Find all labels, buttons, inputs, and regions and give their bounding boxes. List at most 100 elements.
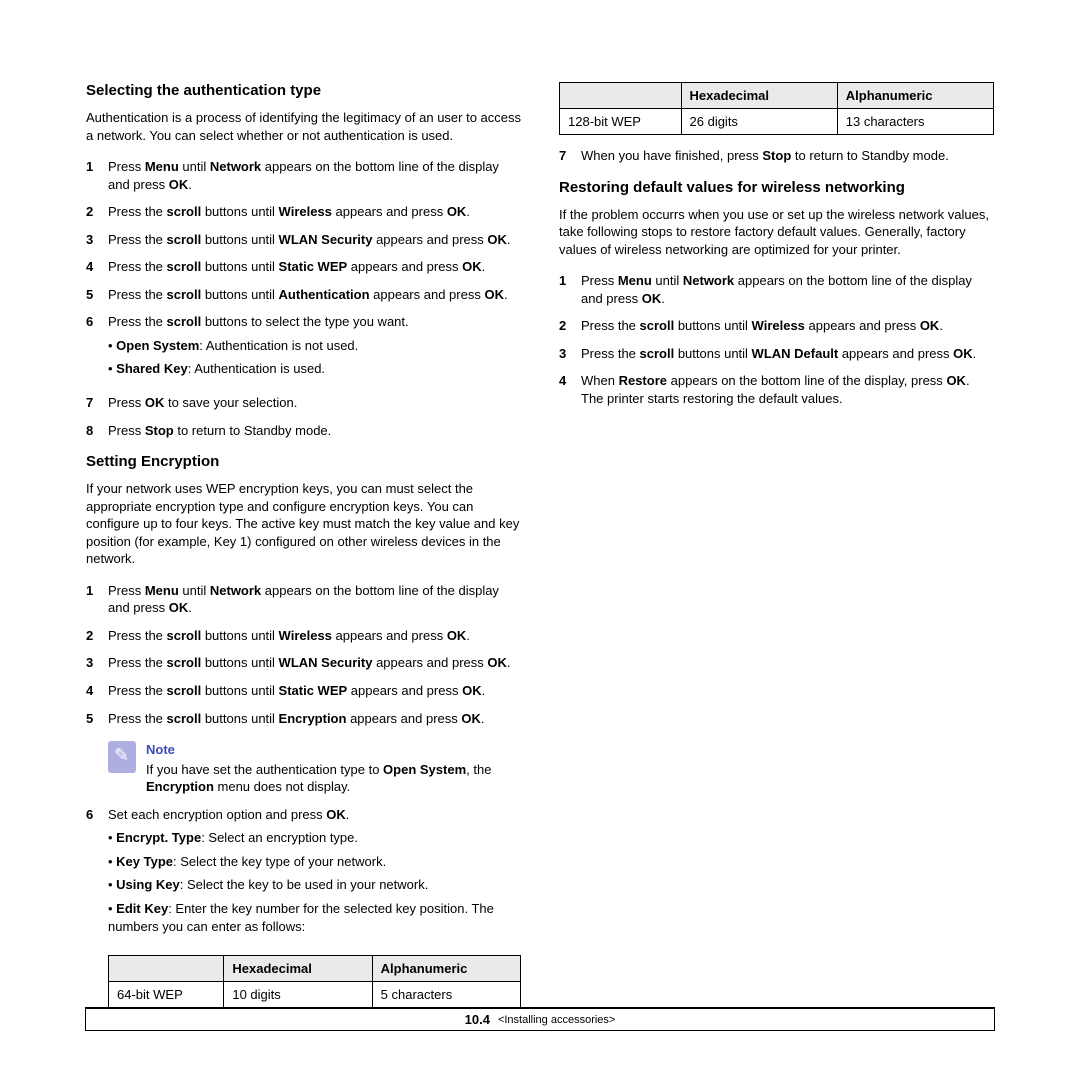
table-row: Hexadecimal Alphanumeric	[109, 956, 521, 982]
note-title: Note	[146, 741, 521, 759]
bullet-item: Shared Key: Authentication is used.	[108, 360, 521, 378]
step-number: 4	[559, 372, 581, 390]
step-number: 2	[86, 203, 108, 221]
step-number: 7	[86, 394, 108, 412]
step-body: Press Menu until Network appears on the …	[108, 158, 521, 193]
table-header-alpha: Alphanumeric	[372, 956, 520, 982]
step-item: 2Press the scroll buttons until Wireless…	[86, 627, 521, 645]
step-item: 5Press the scroll buttons until Encrypti…	[86, 710, 521, 728]
step-body: Press Menu until Network appears on the …	[581, 272, 994, 307]
note-body: Note If you have set the authentication …	[146, 741, 521, 796]
step-item: 1Press Menu until Network appears on the…	[86, 158, 521, 193]
step-item: 3Press the scroll buttons until WLAN Sec…	[86, 654, 521, 672]
right-column: Hexadecimal Alphanumeric 128-bit WEP 26 …	[559, 82, 994, 1020]
table-cell: 26 digits	[681, 109, 837, 135]
page-number: 10.4	[465, 1012, 490, 1027]
table-row: 128-bit WEP 26 digits 13 characters	[560, 109, 994, 135]
table-header-hex: Hexadecimal	[224, 956, 372, 982]
step-item: 4When Restore appears on the bottom line…	[559, 372, 994, 407]
step-number: 8	[86, 422, 108, 440]
step-number: 1	[86, 582, 108, 600]
step-number: 4	[86, 682, 108, 700]
step-number: 3	[559, 345, 581, 363]
step-number: 2	[559, 317, 581, 335]
step-number: 3	[86, 654, 108, 672]
table-64bit-wrap: Hexadecimal Alphanumeric 64-bit WEP 10 d…	[86, 955, 521, 1008]
bullet-item: Encrypt. Type: Select an encryption type…	[108, 829, 521, 847]
bullet-list: Open System: Authentication is not used.…	[108, 337, 521, 378]
steps-restore: 1Press Menu until Network appears on the…	[559, 272, 994, 407]
step-item: 2Press the scroll buttons until Wireless…	[559, 317, 994, 335]
step-item: 7When you have finished, press Stop to r…	[559, 147, 994, 165]
step-number: 1	[559, 272, 581, 290]
table-cell: 10 digits	[224, 982, 372, 1008]
columns: Selecting the authentication type Authen…	[86, 82, 994, 1020]
page: Selecting the authentication type Authen…	[0, 0, 1080, 1080]
step-item: 1Press Menu until Network appears on the…	[559, 272, 994, 307]
step-item: 2Press the scroll buttons until Wireless…	[86, 203, 521, 221]
note-box: Note If you have set the authentication …	[108, 741, 521, 796]
step-7-finish: 7When you have finished, press Stop to r…	[559, 147, 994, 165]
step-body: Press the scroll buttons until Static WE…	[108, 258, 521, 276]
steps-encryption-b: 6Set each encryption option and press OK…	[86, 806, 521, 941]
table-header-blank	[109, 956, 224, 982]
step-number: 5	[86, 710, 108, 728]
step-body: Press the scroll buttons until Wireless …	[108, 203, 521, 221]
heading-encryption: Setting Encryption	[86, 453, 521, 470]
step-body: Press the scroll buttons until WLAN Secu…	[108, 654, 521, 672]
left-column: Selecting the authentication type Authen…	[86, 82, 521, 1020]
table-header-alpha: Alphanumeric	[837, 83, 993, 109]
step-body: Press OK to save your selection.	[108, 394, 521, 412]
step-item: 7Press OK to save your selection.	[86, 394, 521, 412]
table-cell: 64-bit WEP	[109, 982, 224, 1008]
step-body: Set each encryption option and press OK.…	[108, 806, 521, 941]
step-item: 4Press the scroll buttons until Static W…	[86, 682, 521, 700]
bullet-list: Encrypt. Type: Select an encryption type…	[108, 829, 521, 935]
bullet-item: Using Key: Select the key to be used in …	[108, 876, 521, 894]
note-text: If you have set the authentication type …	[146, 761, 521, 796]
step-number: 2	[86, 627, 108, 645]
step-body: Press the scroll buttons to select the t…	[108, 313, 521, 384]
step-body: Press Menu until Network appears on the …	[108, 582, 521, 617]
table-row: Hexadecimal Alphanumeric	[560, 83, 994, 109]
step-body: When Restore appears on the bottom line …	[581, 372, 994, 407]
step-number: 7	[559, 147, 581, 165]
table-128bit: Hexadecimal Alphanumeric 128-bit WEP 26 …	[559, 82, 994, 135]
table-cell: 13 characters	[837, 109, 993, 135]
para-encryption-intro: If your network uses WEP encryption keys…	[86, 480, 521, 568]
step-body: Press the scroll buttons until Encryptio…	[108, 710, 521, 728]
heading-restore: Restoring default values for wireless ne…	[559, 179, 994, 196]
step-number: 4	[86, 258, 108, 276]
chapter-name: <Installing accessories>	[498, 1014, 615, 1026]
step-body: Press the scroll buttons until Static WE…	[108, 682, 521, 700]
step-item: 1Press Menu until Network appears on the…	[86, 582, 521, 617]
step-number: 5	[86, 286, 108, 304]
table-header-hex: Hexadecimal	[681, 83, 837, 109]
step-item: 8Press Stop to return to Standby mode.	[86, 422, 521, 440]
table-cell: 128-bit WEP	[560, 109, 682, 135]
step-body: Press the scroll buttons until WLAN Defa…	[581, 345, 994, 363]
step-body: Press Stop to return to Standby mode.	[108, 422, 521, 440]
para-restore-intro: If the problem occurrs when you use or s…	[559, 206, 994, 259]
table-64bit: Hexadecimal Alphanumeric 64-bit WEP 10 d…	[108, 955, 521, 1008]
step-item: 4Press the scroll buttons until Static W…	[86, 258, 521, 276]
step-item: 6Press the scroll buttons to select the …	[86, 313, 521, 384]
step-number: 6	[86, 806, 108, 824]
step-number: 6	[86, 313, 108, 331]
steps-encryption-a: 1Press Menu until Network appears on the…	[86, 582, 521, 727]
table-header-blank	[560, 83, 682, 109]
bullet-item: Edit Key: Enter the key number for the s…	[108, 900, 521, 935]
bullet-item: Key Type: Select the key type of your ne…	[108, 853, 521, 871]
table-cell: 5 characters	[372, 982, 520, 1008]
table-row: 64-bit WEP 10 digits 5 characters	[109, 982, 521, 1008]
step-item: 3Press the scroll buttons until WLAN Def…	[559, 345, 994, 363]
step-item: 6Set each encryption option and press OK…	[86, 806, 521, 941]
bullet-item: Open System: Authentication is not used.	[108, 337, 521, 355]
step-body: Press the scroll buttons until Authentic…	[108, 286, 521, 304]
step-number: 1	[86, 158, 108, 176]
step-body: Press the scroll buttons until Wireless …	[108, 627, 521, 645]
steps-auth: 1Press Menu until Network appears on the…	[86, 158, 521, 439]
step-item: 3Press the scroll buttons until WLAN Sec…	[86, 231, 521, 249]
para-auth-intro: Authentication is a process of identifyi…	[86, 109, 521, 144]
page-footer: 10.4 <Installing accessories>	[86, 1008, 994, 1030]
